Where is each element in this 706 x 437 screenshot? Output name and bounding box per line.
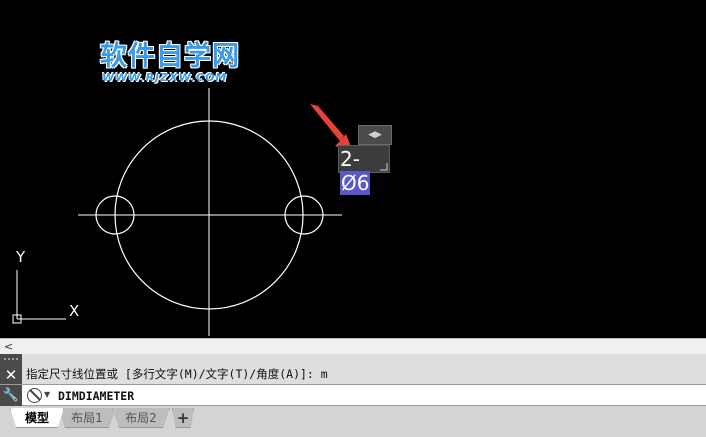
close-icon[interactable]: ✕ <box>0 366 22 384</box>
scroll-left-icon[interactable]: < <box>4 339 13 354</box>
ucs-x-label: X <box>69 302 80 320</box>
editor-prefix: 2- <box>340 147 360 171</box>
editor-resize-grip-icon[interactable] <box>380 163 388 171</box>
recent-commands-button[interactable]: ▼ <box>27 388 51 404</box>
editor-selected-text: Ø6 <box>340 171 371 195</box>
customize-wrench-icon[interactable]: 🔧 <box>0 385 22 406</box>
command-line-grip[interactable]: ✕ <box>0 354 22 384</box>
editor-text[interactable]: 2-Ø6 <box>340 147 389 195</box>
no-entry-icon <box>27 388 42 403</box>
tab-layout1[interactable]: 布局1 <box>58 408 116 428</box>
tab-layout2[interactable]: 布局2 <box>112 408 170 428</box>
watermark-url: WWW.RJZXW.COM <box>102 71 228 84</box>
horizontal-scroll-strip[interactable]: < <box>0 338 706 354</box>
chevron-down-icon: ▼ <box>44 390 51 399</box>
watermark-logo: 软件自学网 WWW.RJZXW.COM <box>100 42 260 84</box>
grip-dots-icon <box>3 357 19 361</box>
add-layout-button[interactable]: + <box>172 408 194 428</box>
command-prompt-text: 指定尺寸线位置或 [多行文字(M)/文字(T)/角度(A)]: m <box>26 367 328 381</box>
inplace-text-editor[interactable]: 2-Ø6 <box>338 145 390 195</box>
editor-toggle-arrows-icon[interactable]: ◀▶ <box>358 125 392 145</box>
command-input[interactable]: DIMDIAMETER <box>58 388 134 404</box>
layout-tabs-bar: 模型 布局1 布局2 + <box>0 406 706 437</box>
ucs-y-label: Y <box>16 248 26 266</box>
command-input-bar[interactable]: 🔧 ▼ DIMDIAMETER <box>0 384 706 406</box>
tab-model[interactable]: 模型 <box>10 408 64 428</box>
watermark-title: 软件自学网 <box>100 41 240 72</box>
drawing-canvas[interactable]: Y X 软件自学网 WWW.RJZXW.COM ◀▶ 2-Ø6 <box>0 0 706 338</box>
ucs-icon <box>12 270 66 324</box>
command-history: ✕ 指定尺寸线位置或 [多行文字(M)/文字(T)/角度(A)]: m <box>0 354 706 384</box>
